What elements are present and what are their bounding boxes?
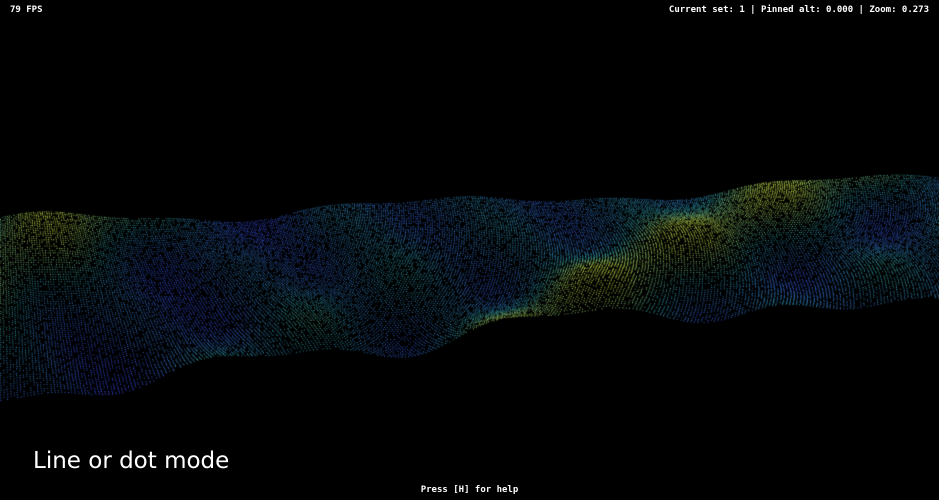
mode-caption: Line or dot mode <box>33 448 230 474</box>
fps-counter: 79 FPS <box>10 5 43 15</box>
point-cloud-viewport[interactable]: 79 FPS Current set: 1 | Pinned alt: 0.00… <box>0 0 939 500</box>
status-readout: Current set: 1 | Pinned alt: 0.000 | Zoo… <box>668 5 929 15</box>
help-hint: Press [H] for help <box>420 485 519 495</box>
terrain-point-cloud[interactable] <box>0 0 939 500</box>
